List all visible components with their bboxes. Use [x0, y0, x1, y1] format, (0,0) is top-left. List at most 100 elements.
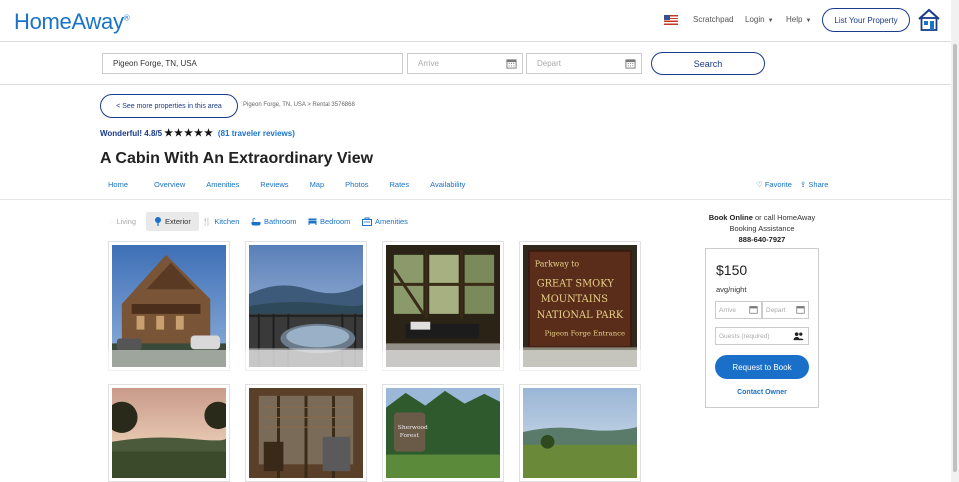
page-scrollbar[interactable]: [951, 0, 959, 482]
breadcrumb: Pigeon Forge, TN, USA > Rental 3576868: [243, 102, 355, 108]
photo-thumbnail[interactable]: [519, 384, 641, 482]
photo-category-label: Bathroom: [264, 217, 297, 226]
resort-entrance-sign-photo: Sherwood Forest: [386, 388, 500, 478]
tab-reviews[interactable]: Reviews: [252, 180, 296, 189]
homeaway-house-icon[interactable]: [917, 8, 941, 32]
scratchpad-link[interactable]: Scratchpad: [693, 15, 733, 24]
list-your-property-button[interactable]: List Your Property: [822, 8, 910, 32]
logo-text: HomeAway: [14, 9, 124, 34]
calendar-icon[interactable]: [796, 305, 805, 314]
hot-tub-view-photo: [249, 245, 364, 367]
depart-date-input[interactable]: Depart: [526, 53, 642, 74]
photo-thumbnail[interactable]: [245, 384, 367, 482]
nightly-price: $150: [716, 262, 748, 278]
photo-category-bathroom[interactable]: Bathroom: [243, 212, 305, 231]
call-homeaway-text: or call HomeAway: [752, 213, 816, 222]
login-menu[interactable]: Login ▼: [745, 15, 774, 24]
book-online-label: Book Online: [708, 213, 753, 222]
help-menu[interactable]: Help ▼: [786, 15, 811, 24]
calendar-icon[interactable]: [625, 58, 636, 69]
tab-overview[interactable]: Overview: [146, 180, 193, 189]
logo-trademark: ®: [123, 13, 130, 23]
site-header: HomeAway® Scratchpad Login ▼ Help ▼ List Y…: [0, 0, 959, 42]
living-icon: ◌: [109, 217, 114, 226]
booking-arrive-placeholder: Arrive: [719, 306, 736, 314]
sunset-field-photo: [106, 388, 232, 478]
arrive-date-input[interactable]: Arrive: [407, 53, 523, 74]
homeaway-logo[interactable]: HomeAway®: [14, 9, 130, 35]
booking-header: Book Online or call HomeAway Booking Ass…: [700, 212, 824, 245]
share-icon: ⇪: [800, 180, 807, 189]
page-title: A Cabin With An Extraordinary View: [100, 150, 374, 167]
favorite-button[interactable]: ♡ Favorite: [756, 180, 792, 189]
calendar-icon[interactable]: [749, 305, 758, 314]
utensils-icon: 🍴: [202, 217, 212, 226]
tree-icon: [155, 217, 161, 226]
scrollbar-thumb[interactable]: [953, 44, 957, 472]
request-to-book-button[interactable]: Request to Book: [715, 355, 809, 379]
location-input[interactable]: Pigeon Forge, TN, USA: [102, 53, 403, 74]
share-label: Share: [808, 180, 829, 189]
cabin-exterior-photo: [112, 245, 226, 367]
guests-placeholder: Guests (required): [719, 332, 770, 340]
chevron-down-icon: ▼: [767, 18, 774, 24]
phone-number[interactable]: 888-640-7927: [739, 235, 786, 244]
listing-tabs: Home Overview Amenities Reviews Map Phot…: [100, 180, 830, 189]
guests-input[interactable]: Guests (required): [715, 327, 809, 345]
help-label: Help: [786, 15, 803, 24]
svg-text:MOUNTAINS: MOUNTAINS: [541, 294, 609, 305]
photo-category-exterior[interactable]: Exterior: [146, 212, 199, 231]
svg-text:Sherwood: Sherwood: [398, 425, 428, 431]
tab-home[interactable]: Home: [100, 180, 136, 189]
booking-panel: $150 avg/night Arrive Depart Guests (req…: [705, 248, 819, 408]
tab-map[interactable]: Map: [302, 180, 333, 189]
screened-porch-photo: [386, 245, 500, 367]
photo-category-label: Kitchen: [214, 217, 240, 226]
svg-text:Pigeon Forge Entrance: Pigeon Forge Entrance: [545, 330, 625, 338]
photo-category-living[interactable]: ◌ Living: [101, 212, 144, 231]
svg-text:NATIONAL PARK: NATIONAL PARK: [537, 310, 624, 321]
amenities-icon: [362, 217, 372, 226]
photo-category-amenities[interactable]: Amenities: [354, 212, 416, 231]
bed-icon: [308, 218, 317, 225]
bathtub-icon: [251, 217, 261, 225]
tab-amenities[interactable]: Amenities: [198, 180, 247, 189]
booking-depart-placeholder: Depart: [766, 306, 786, 314]
favorite-label: Favorite: [764, 180, 792, 189]
photo-category-label: Bedroom: [320, 217, 351, 226]
svg-text:Parkway to: Parkway to: [535, 260, 580, 269]
svg-text:GREAT SMOKY: GREAT SMOKY: [537, 278, 615, 289]
rating-summary: Wonderful! 4.8/5 ★★★★★ (81 traveler revi…: [100, 128, 295, 139]
see-more-properties-button[interactable]: < See more properties in this area: [100, 94, 238, 118]
rating-text: Wonderful! 4.8/5: [100, 129, 163, 138]
photo-row-overlay: [90, 350, 660, 380]
photo-category-label: Exterior: [165, 217, 191, 226]
section-divider: [0, 199, 959, 200]
photo-category-label: Living: [116, 217, 137, 226]
share-button[interactable]: ⇪ Share: [800, 180, 828, 189]
calendar-icon[interactable]: [506, 58, 517, 69]
search-button[interactable]: Search: [651, 52, 765, 75]
photo-thumbnail[interactable]: Sherwood Forest: [382, 384, 504, 482]
us-flag-icon[interactable]: [664, 15, 678, 25]
star-rating-icon: ★★★★★: [164, 128, 214, 139]
chevron-down-icon: ▼: [805, 18, 812, 24]
depart-placeholder: Depart: [537, 59, 562, 68]
price-unit: avg/night: [716, 285, 747, 294]
reviews-link[interactable]: (81 traveler reviews): [218, 129, 295, 138]
booking-depart-input[interactable]: Depart: [762, 301, 809, 319]
photo-category-kitchen[interactable]: 🍴 Kitchen: [194, 212, 247, 231]
tab-photos[interactable]: Photos: [337, 180, 376, 189]
search-bar: Pigeon Forge, TN, USA Arrive Depart Sear…: [0, 42, 959, 85]
photo-thumbnail[interactable]: [106, 384, 232, 482]
photo-category-bedroom[interactable]: Bedroom: [300, 212, 358, 231]
porch-rocking-chairs-photo: [249, 388, 363, 478]
tab-rates[interactable]: Rates: [382, 180, 418, 189]
booking-arrive-input[interactable]: Arrive: [715, 301, 762, 319]
heart-icon: ♡: [756, 180, 763, 189]
svg-text:Forest: Forest: [400, 433, 420, 439]
login-label: Login: [745, 15, 765, 24]
contact-owner-link[interactable]: Contact Owner: [706, 389, 818, 396]
tab-availability[interactable]: Availability: [422, 180, 473, 189]
smoky-mountains-sign-photo: Parkway to GREAT SMOKY MOUNTAINS NATIONA…: [523, 245, 637, 367]
